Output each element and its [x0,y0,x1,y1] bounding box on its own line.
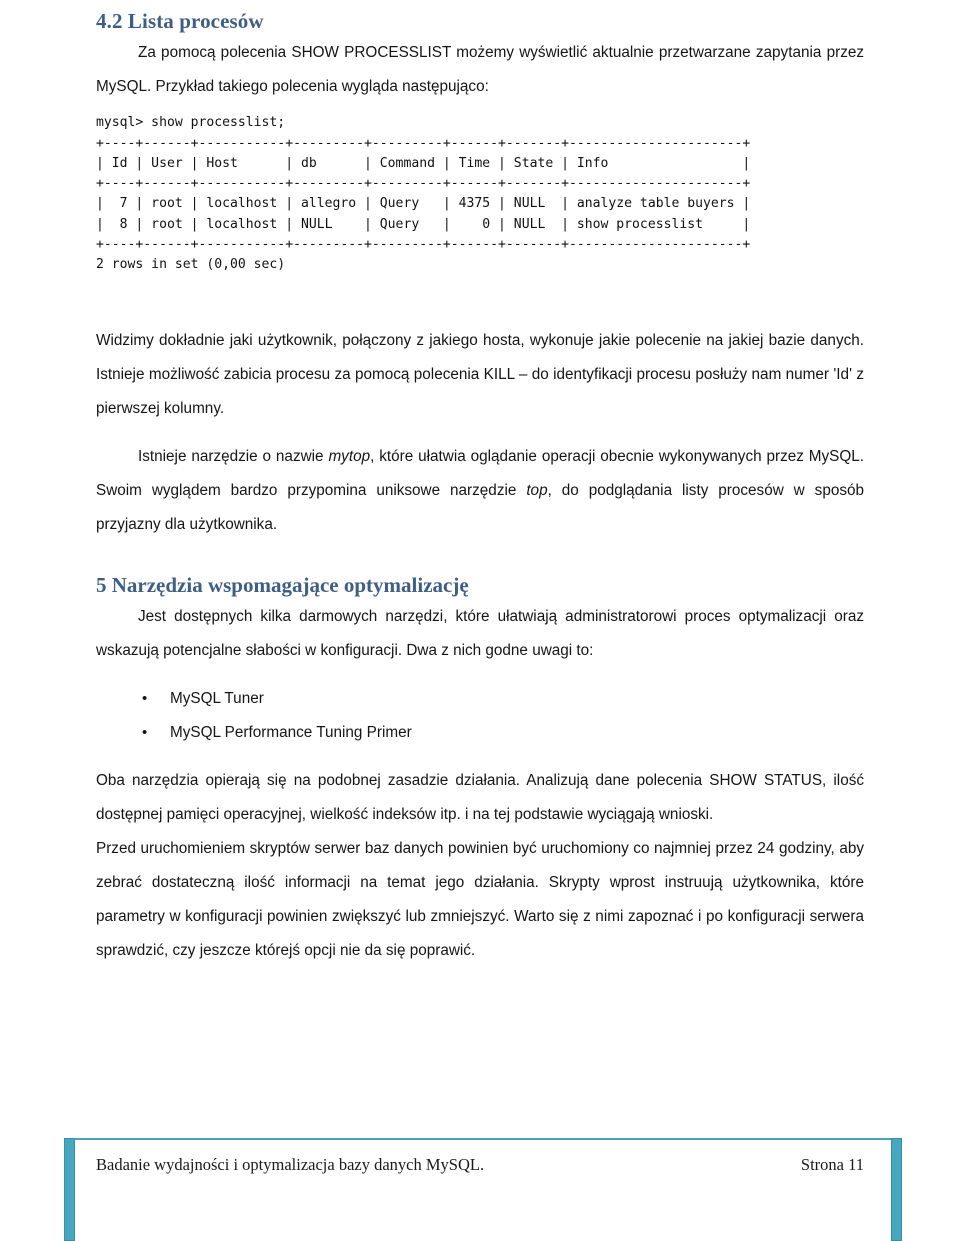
document-page: 4.2 Lista procesów Za pomocą polecenia S… [0,0,960,1241]
page-footer: Badanie wydajności i optymalizacja bazy … [96,1155,864,1175]
tools-list: • MySQL Tuner • MySQL Performance Tuning P… [96,682,864,750]
decorative-bar-left [64,1138,75,1241]
decorative-bar-right [891,1138,902,1241]
list-item-label: MySQL Tuner [170,689,264,707]
heading-5: 5 Narzędzia wspomagające optymalizację [96,572,469,597]
mytop-emphasis: mytop [328,447,371,465]
list-item-label: MySQL Performance Tuning Primer [170,723,412,741]
terminal-output-block: mysql> show processlist; +----+------+--… [96,104,864,279]
paragraph-jest: Jest dostępnych kilka darmowych narzędzi… [96,607,864,659]
top-emphasis: top [526,481,548,499]
paragraph-oba: Oba narzędzia opierają się na podobnej z… [96,771,864,823]
terminal-row: | 7 | root | localhost | allegro | Query… [96,196,751,212]
terminal-header-row: | Id | User | Host | db | Command | Time… [96,155,751,171]
terminal-separator-mid: +----+------+-----------+---------+-----… [96,176,751,192]
terminal-row: | 8 | root | localhost | NULL | Query | … [96,216,751,232]
terminal-result-line: 2 rows in set (0,00 sec) [96,257,286,273]
terminal-prompt-line: mysql> show processlist; [96,115,286,131]
list-item: • MySQL Tuner [142,682,864,716]
page-content: 4.2 Lista procesów Za pomocą polecenia S… [96,0,864,968]
bullet-icon: • [142,689,148,707]
bullet-icon: • [142,723,148,741]
footer-title: Badanie wydajności i optymalizacja bazy … [96,1155,485,1174]
mytop-text-part-1: Istnieje narzędzie o nazwie [138,447,329,465]
list-item: • MySQL Performance Tuning Primer [142,716,864,750]
paragraph-przed: Przed uruchomieniem skryptów serwer baz … [96,839,864,959]
terminal-separator-top: +----+------+-----------+---------+-----… [96,135,751,151]
heading-4-2: 4.2 Lista procesów [96,9,264,33]
footer-divider [64,1138,902,1140]
paragraph-mytop: Istnieje narzędzie o nazwie mytop, które… [96,440,864,542]
paragraph-widzimy: Widzimy dokładnie jaki użytkownik, połąc… [96,331,864,417]
footer-page-number: Strona 11 [800,1155,864,1174]
terminal-separator-bottom: +----+------+-----------+---------+-----… [96,237,751,253]
paragraph-intro: Za pomocą polecenia SHOW PROCESSLIST moż… [96,44,864,96]
